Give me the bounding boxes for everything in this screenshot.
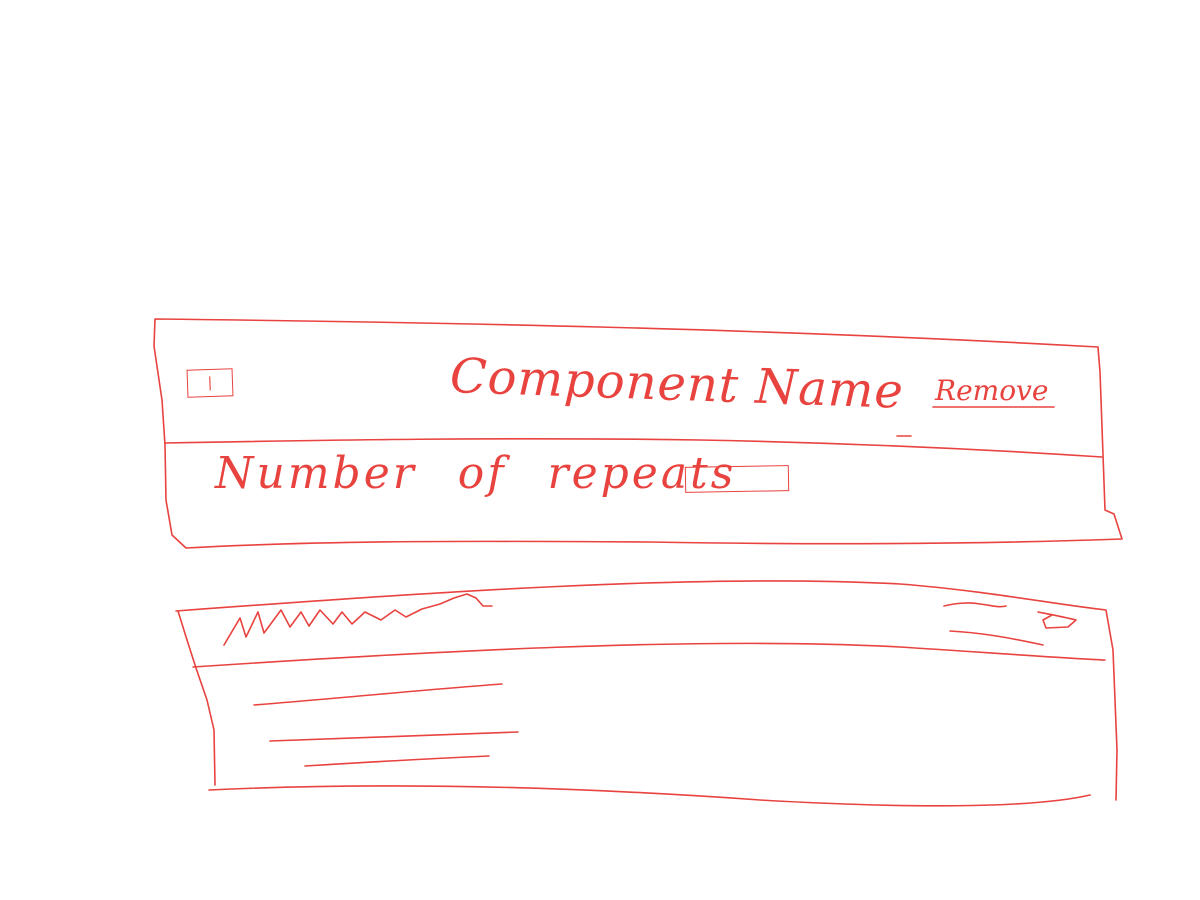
repeats-label: Number of repeats bbox=[215, 448, 737, 499]
second-card-action[interactable] bbox=[938, 596, 1048, 648]
content-line-2 bbox=[269, 731, 519, 742]
second-card-left-edge bbox=[177, 610, 216, 786]
component-card-border bbox=[153, 318, 1123, 549]
component-name: Component Name bbox=[449, 348, 905, 420]
content-line-1 bbox=[253, 683, 503, 706]
scribble-title bbox=[223, 593, 493, 646]
second-card-bottom bbox=[208, 785, 1091, 807]
remove-link[interactable]: Remove bbox=[935, 377, 1048, 405]
content-line-3 bbox=[304, 755, 490, 767]
repeats-input[interactable] bbox=[684, 465, 790, 493]
handle-glyph: | bbox=[207, 374, 213, 392]
drag-handle-icon[interactable]: | bbox=[186, 368, 234, 398]
